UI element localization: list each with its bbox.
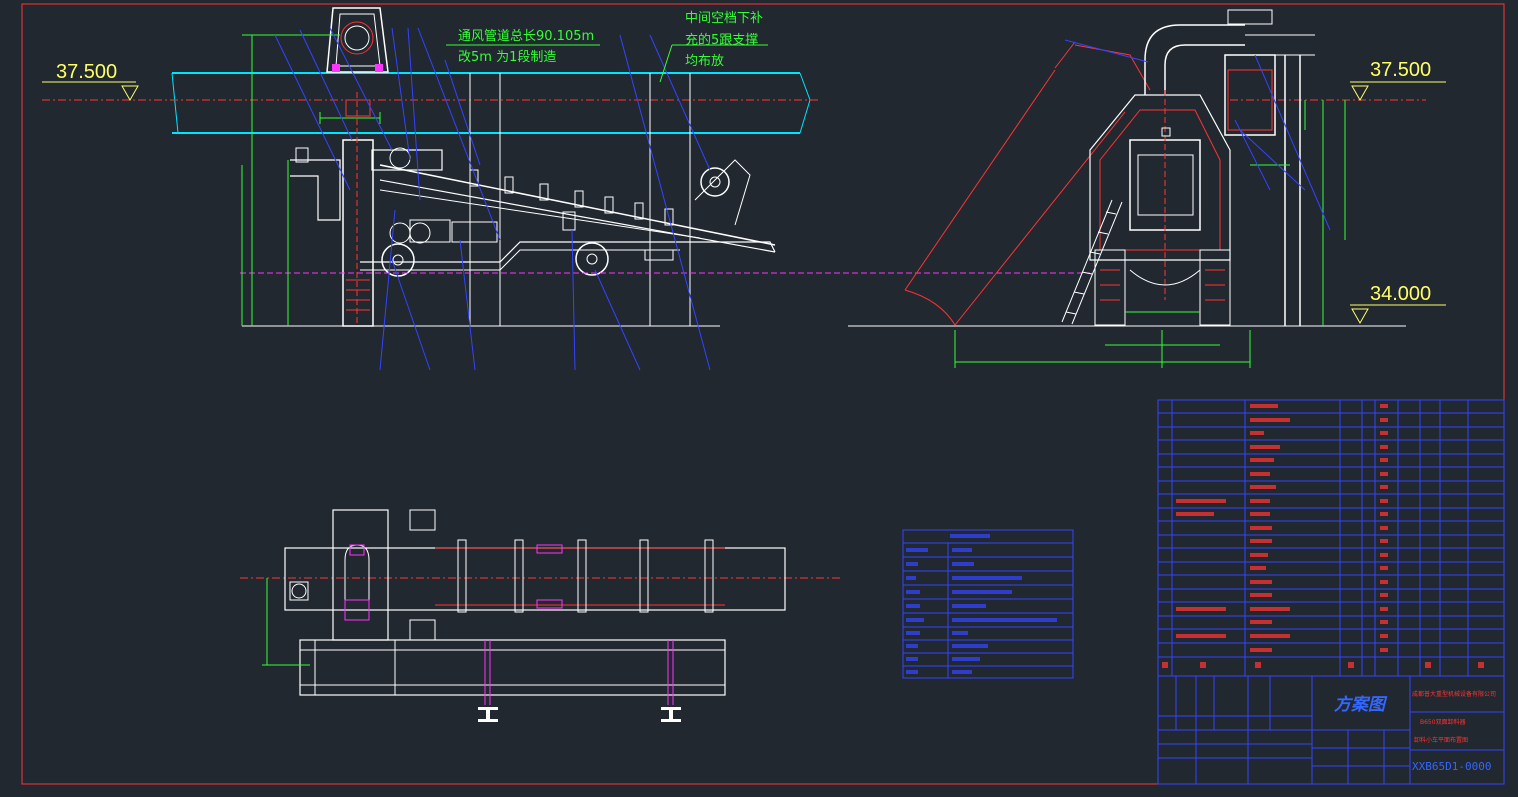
- title-block-drawing-number: XXB65D1-0000: [1412, 760, 1491, 773]
- level-label-right-bottom: 34.000: [1370, 283, 1431, 305]
- spec-table: [902, 529, 1074, 679]
- support-note-line2: 充的5跟支撑: [685, 32, 758, 48]
- side-elevation-view: 37.500 通风管道总长90.105m 改5m 为1段制造 中间空档下补 充的…: [42, 7, 1090, 371]
- duct-section-circle: [340, 21, 374, 55]
- title-block-company: 成都普大重型机械设备有限公司: [1412, 690, 1496, 698]
- wheel-front: [381, 243, 415, 277]
- level-label-left: 37.500: [56, 61, 117, 83]
- title-block-product: B650双面卸料器: [1420, 718, 1466, 726]
- head-pulley: [700, 167, 730, 197]
- end-elevation-view: 37.500 34.000: [848, 9, 1446, 368]
- level-mark-right-bottom: [1351, 308, 1369, 325]
- level-mark-left: [121, 85, 139, 102]
- duct-note-line1: 通风管道总长90.105m: [458, 29, 594, 44]
- level-label-right-top: 37.500: [1370, 59, 1431, 81]
- title-block-title: 方案图: [1334, 695, 1388, 715]
- tripper-column: [342, 139, 374, 327]
- drawing-frame: [21, 3, 1505, 785]
- wheel-rear: [575, 242, 609, 276]
- cad-drawing: 37.500 通风管道总长90.105m 改5m 为1段制造 中间空档下补 充的…: [21, 3, 1505, 785]
- support-note-line3: 均布放: [685, 54, 724, 69]
- level-mark-right-top: [1351, 85, 1369, 102]
- duct-note-line2: 改5m 为1段制造: [458, 50, 556, 65]
- plan-view: [240, 509, 840, 722]
- title-block-subtitle: 卸料小车平面布置图: [1414, 736, 1468, 744]
- support-note-line1: 中间空档下补: [685, 11, 763, 26]
